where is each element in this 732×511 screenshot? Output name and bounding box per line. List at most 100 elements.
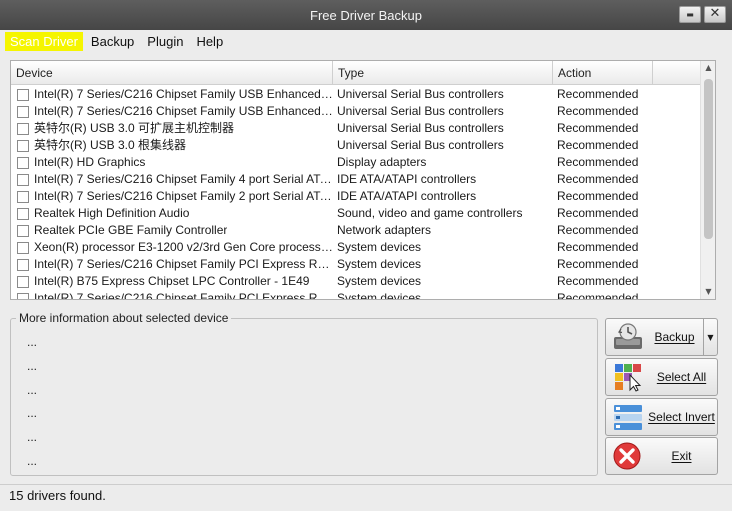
info-line: ...: [27, 430, 38, 444]
type-cell: IDE ATA/ATAPI controllers: [337, 172, 477, 186]
menu-help[interactable]: Help: [191, 32, 228, 51]
row-checkbox[interactable]: [17, 88, 29, 101]
device-cell: Intel(R) 7 Series/C216 Chipset Family 4 …: [11, 171, 333, 188]
table-row[interactable]: Realtek High Definition Audio Sound, vide…: [11, 205, 701, 222]
select-all-label: Select All: [656, 370, 707, 384]
device-info-panel: More information about selected device .…: [10, 311, 598, 476]
row-checkbox[interactable]: [17, 241, 29, 254]
type-cell: Network adapters: [337, 223, 432, 237]
table-row[interactable]: 英特尔(R) USB 3.0 根集线器 Universal Serial Bus …: [11, 137, 701, 154]
device-cell: Intel(R) 7 Series/C216 Chipset Family PC…: [11, 290, 333, 300]
table-row[interactable]: Intel(R) 7 Series/C216 Chipset Family PC…: [11, 290, 701, 300]
type-cell: IDE ATA/ATAPI controllers: [337, 189, 477, 203]
scroll-up-icon[interactable]: ▲: [701, 61, 715, 75]
table-row[interactable]: Xeon(R) processor E3-1200 v2/3rd Gen Cor…: [11, 239, 701, 256]
backup-dropdown-button[interactable]: ▼: [703, 319, 717, 355]
type-cell: System devices: [337, 257, 422, 271]
row-checkbox[interactable]: [17, 105, 29, 118]
menu-bar: Scan Driver Backup Plugin Help: [0, 30, 732, 52]
device-name: Intel(R) 7 Series/C216 Chipset Family 4 …: [34, 172, 333, 186]
action-cell: Recommended: [557, 87, 639, 101]
device-name: Intel(R) 7 Series/C216 Chipset Family US…: [34, 104, 333, 118]
table-row[interactable]: 英特尔(R) USB 3.0 可扩展主机控制器 Universal Serial …: [11, 120, 701, 137]
device-name: Intel(R) 7 Series/C216 Chipset Family PC…: [34, 291, 333, 300]
close-button[interactable]: ✕: [704, 6, 726, 23]
menu-backup[interactable]: Backup: [86, 32, 139, 51]
exit-button[interactable]: Exit: [605, 437, 718, 475]
column-header-device[interactable]: Device: [11, 61, 333, 85]
table-row[interactable]: Intel(R) HD Graphics Display adapters Reco…: [11, 154, 701, 171]
exit-icon: [613, 442, 641, 470]
type-cell: System devices: [337, 291, 422, 300]
scroll-thumb[interactable]: [704, 79, 713, 239]
action-cell: Recommended: [557, 189, 639, 203]
select-invert-button[interactable]: Select Invert: [605, 398, 718, 436]
exit-label: Exit: [671, 449, 692, 463]
column-header-filler: [653, 61, 701, 85]
row-checkbox[interactable]: [17, 292, 29, 299]
action-cell: Recommended: [557, 172, 639, 186]
action-cell: Recommended: [557, 155, 639, 169]
vertical-scrollbar[interactable]: ▲ ▼: [700, 61, 715, 299]
info-line: ...: [27, 406, 38, 420]
device-cell: Realtek High Definition Audio: [11, 205, 333, 222]
type-cell: System devices: [337, 240, 422, 254]
action-cell: Recommended: [557, 138, 639, 152]
scroll-down-icon[interactable]: ▼: [701, 285, 715, 299]
device-name: 英特尔(R) USB 3.0 根集线器: [34, 138, 187, 152]
minimize-button[interactable]: ▬: [679, 6, 701, 23]
select-all-button[interactable]: Select All: [605, 358, 718, 396]
row-checkbox[interactable]: [17, 173, 29, 186]
action-cell: Recommended: [557, 223, 639, 237]
device-name: Xeon(R) processor E3-1200 v2/3rd Gen Cor…: [34, 240, 333, 254]
table-row[interactable]: Realtek PCIe GBE Family Controller Networ…: [11, 222, 701, 239]
row-checkbox[interactable]: [17, 275, 29, 288]
device-name: 英特尔(R) USB 3.0 可扩展主机控制器: [34, 121, 235, 135]
device-cell: Intel(R) 7 Series/C216 Chipset Family US…: [11, 86, 333, 103]
info-line: ...: [27, 454, 38, 468]
row-checkbox[interactable]: [17, 258, 29, 271]
row-checkbox[interactable]: [17, 156, 29, 169]
device-name: Intel(R) HD Graphics: [34, 155, 146, 169]
device-info-title: More information about selected device: [16, 311, 232, 325]
type-cell: Display adapters: [337, 155, 427, 169]
row-checkbox[interactable]: [17, 224, 29, 237]
table-row[interactable]: Intel(R) B75 Express Chipset LPC Control…: [11, 273, 701, 290]
status-bar: 15 drivers found.: [0, 484, 732, 511]
type-cell: Sound, video and game controllers: [337, 206, 523, 220]
table-row[interactable]: Intel(R) 7 Series/C216 Chipset Family 4 …: [11, 171, 701, 188]
row-checkbox[interactable]: [17, 122, 29, 135]
device-cell: Realtek PCIe GBE Family Controller: [11, 222, 333, 239]
type-cell: Universal Serial Bus controllers: [337, 121, 504, 135]
type-cell: Universal Serial Bus controllers: [337, 104, 504, 118]
backup-button[interactable]: Backup ▼: [605, 318, 718, 356]
close-icon: ✕: [709, 6, 721, 21]
table-row[interactable]: Intel(R) 7 Series/C216 Chipset Family PC…: [11, 256, 701, 273]
device-cell: Xeon(R) processor E3-1200 v2/3rd Gen Cor…: [11, 239, 333, 256]
column-header-type[interactable]: Type: [333, 61, 553, 85]
menu-scan-driver[interactable]: Scan Driver: [5, 31, 83, 51]
row-checkbox[interactable]: [17, 190, 29, 203]
status-text: 15 drivers found.: [9, 488, 106, 503]
table-row[interactable]: Intel(R) 7 Series/C216 Chipset Family 2 …: [11, 188, 701, 205]
info-line: ...: [27, 335, 38, 349]
action-cell: Recommended: [557, 274, 639, 288]
action-cell: Recommended: [557, 104, 639, 118]
action-cell: Recommended: [557, 291, 639, 300]
row-checkbox[interactable]: [17, 207, 29, 220]
device-name: Realtek High Definition Audio: [34, 206, 190, 220]
device-name: Intel(R) B75 Express Chipset LPC Control…: [34, 274, 310, 288]
type-cell: System devices: [337, 274, 422, 288]
device-cell: 英特尔(R) USB 3.0 可扩展主机控制器: [11, 120, 333, 137]
device-cell: Intel(R) 7 Series/C216 Chipset Family 2 …: [11, 188, 333, 205]
drive-backup-icon: [614, 323, 642, 349]
menu-plugin[interactable]: Plugin: [142, 32, 188, 51]
row-checkbox[interactable]: [17, 139, 29, 152]
action-cell: Recommended: [557, 206, 639, 220]
select-invert-label: Select Invert: [648, 410, 715, 424]
table-row[interactable]: Intel(R) 7 Series/C216 Chipset Family US…: [11, 86, 701, 103]
table-row[interactable]: Intel(R) 7 Series/C216 Chipset Family US…: [11, 103, 701, 120]
column-header-action[interactable]: Action: [553, 61, 653, 85]
list-header: Device Type Action: [11, 61, 701, 85]
type-cell: Universal Serial Bus controllers: [337, 138, 504, 152]
